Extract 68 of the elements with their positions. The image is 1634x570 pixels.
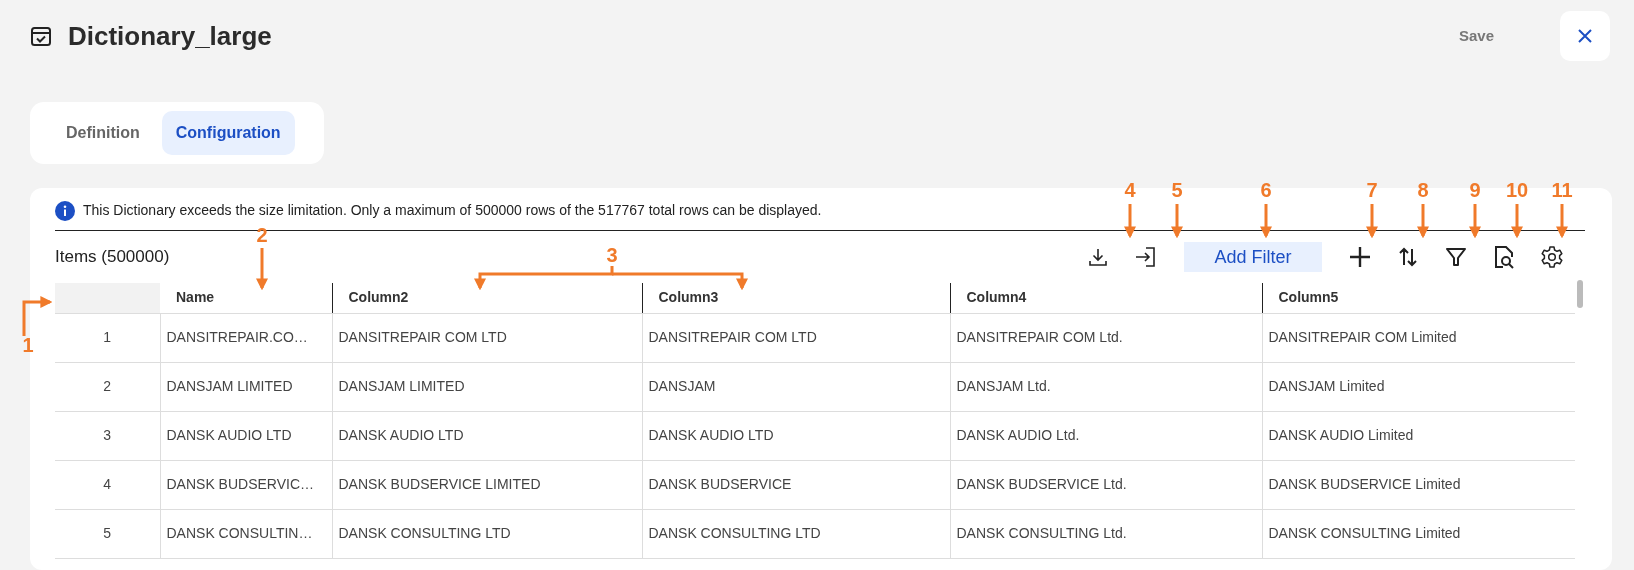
info-icon xyxy=(55,200,75,221)
column-header[interactable]: Column2 xyxy=(332,283,642,313)
callout-number: 10 xyxy=(1505,179,1529,201)
callout-arrow xyxy=(1511,204,1523,239)
callout-number: 11 xyxy=(1551,179,1573,201)
table-cell: DANSJAM LIMITED xyxy=(332,362,642,411)
table-cell: DANSK AUDIO LTD xyxy=(160,411,332,460)
callout-number: 3 xyxy=(606,244,618,266)
table-cell: DANSITREPAIR COM Limited xyxy=(1262,313,1575,362)
table-cell: DANSITREPAIR COM LTD xyxy=(332,313,642,362)
tab[interactable]: Definition xyxy=(52,111,154,155)
items-count: Items (500000) xyxy=(55,246,170,269)
callout-number: 1 xyxy=(22,334,34,356)
scrollbar[interactable] xyxy=(1577,280,1583,308)
close-button[interactable] xyxy=(1560,11,1610,61)
row-number: 3 xyxy=(55,411,160,460)
table-cell: DANSK CONSULTING LTD xyxy=(642,509,950,558)
save-button[interactable]: Save xyxy=(1452,23,1500,49)
callout-arrow xyxy=(256,248,268,291)
table-cell: DANSK AUDIO Ltd. xyxy=(950,411,1262,460)
close-icon xyxy=(1577,28,1593,44)
table-cell: DANSK AUDIO Limited xyxy=(1262,411,1575,460)
callout-arrow xyxy=(22,296,53,336)
table-cell: DANSK AUDIO LTD xyxy=(332,411,642,460)
callout-number: 2 xyxy=(256,224,268,246)
column-header[interactable]: Column5 xyxy=(1262,283,1575,313)
callout-arrow xyxy=(1260,204,1272,239)
table-cell: DANSK CONSULTIN… xyxy=(160,509,332,558)
table-cell: DANSITREPAIR COM Ltd. xyxy=(950,313,1262,362)
column-header[interactable]: Column3 xyxy=(642,283,950,313)
table-cell: DANSK BUDSERVICE LIMITED xyxy=(332,460,642,509)
callout-number: 9 xyxy=(1469,179,1481,201)
column-header[interactable]: Name xyxy=(160,283,332,313)
callout-number: 8 xyxy=(1417,179,1429,201)
callout-number: 5 xyxy=(1171,179,1183,201)
row-number: 5 xyxy=(55,509,160,558)
table-cell: DANSJAM LIMITED xyxy=(160,362,332,411)
table-cell: DANSITREPAIR COM LTD xyxy=(642,313,950,362)
callout-number: 6 xyxy=(1260,179,1272,201)
table-cell: DANSJAM Limited xyxy=(1262,362,1575,411)
table-cell: DANSJAM Ltd. xyxy=(950,362,1262,411)
callout-number: 7 xyxy=(1366,179,1378,201)
callout-arrow xyxy=(1556,204,1568,239)
table-cell: DANSK BUDSERVICE Limited xyxy=(1262,460,1575,509)
table-cell: DANSITREPAIR.CO… xyxy=(160,313,332,362)
callout-arrow xyxy=(1124,204,1136,239)
column-header[interactable]: Column4 xyxy=(950,283,1262,313)
callout-number: 4 xyxy=(1124,179,1136,201)
table-cell: DANSK BUDSERVICE xyxy=(642,460,950,509)
table-cell: DANSK AUDIO LTD xyxy=(642,411,950,460)
callout-arrow xyxy=(1469,204,1481,239)
notice-text: This Dictionary exceeds the size limitation. Only a maximum of 500000 rows of the 517767 total rows can be displayed. xyxy=(83,201,822,220)
calendar-check-icon xyxy=(30,25,52,47)
row-number: 2 xyxy=(55,362,160,411)
tab[interactable]: Configuration xyxy=(161,111,295,155)
table-cell: DANSJAM xyxy=(642,362,950,411)
callout-arrow xyxy=(1366,204,1378,239)
table-cell: DANSK BUDSERVIC… xyxy=(160,460,332,509)
table-cell: DANSK CONSULTING LTD xyxy=(332,509,642,558)
callout-arrow xyxy=(1417,204,1429,239)
page-title: Dictionary_large xyxy=(68,19,272,53)
table-cell: DANSK CONSULTING Limited xyxy=(1262,509,1575,558)
table-cell: DANSK BUDSERVICE Ltd. xyxy=(950,460,1262,509)
row-number: 1 xyxy=(55,313,160,362)
callout-arrow xyxy=(1171,204,1183,239)
table-cell: DANSK CONSULTING Ltd. xyxy=(950,509,1262,558)
add-filter-button[interactable]: Add Filter xyxy=(1184,242,1322,272)
row-number: 4 xyxy=(55,460,160,509)
